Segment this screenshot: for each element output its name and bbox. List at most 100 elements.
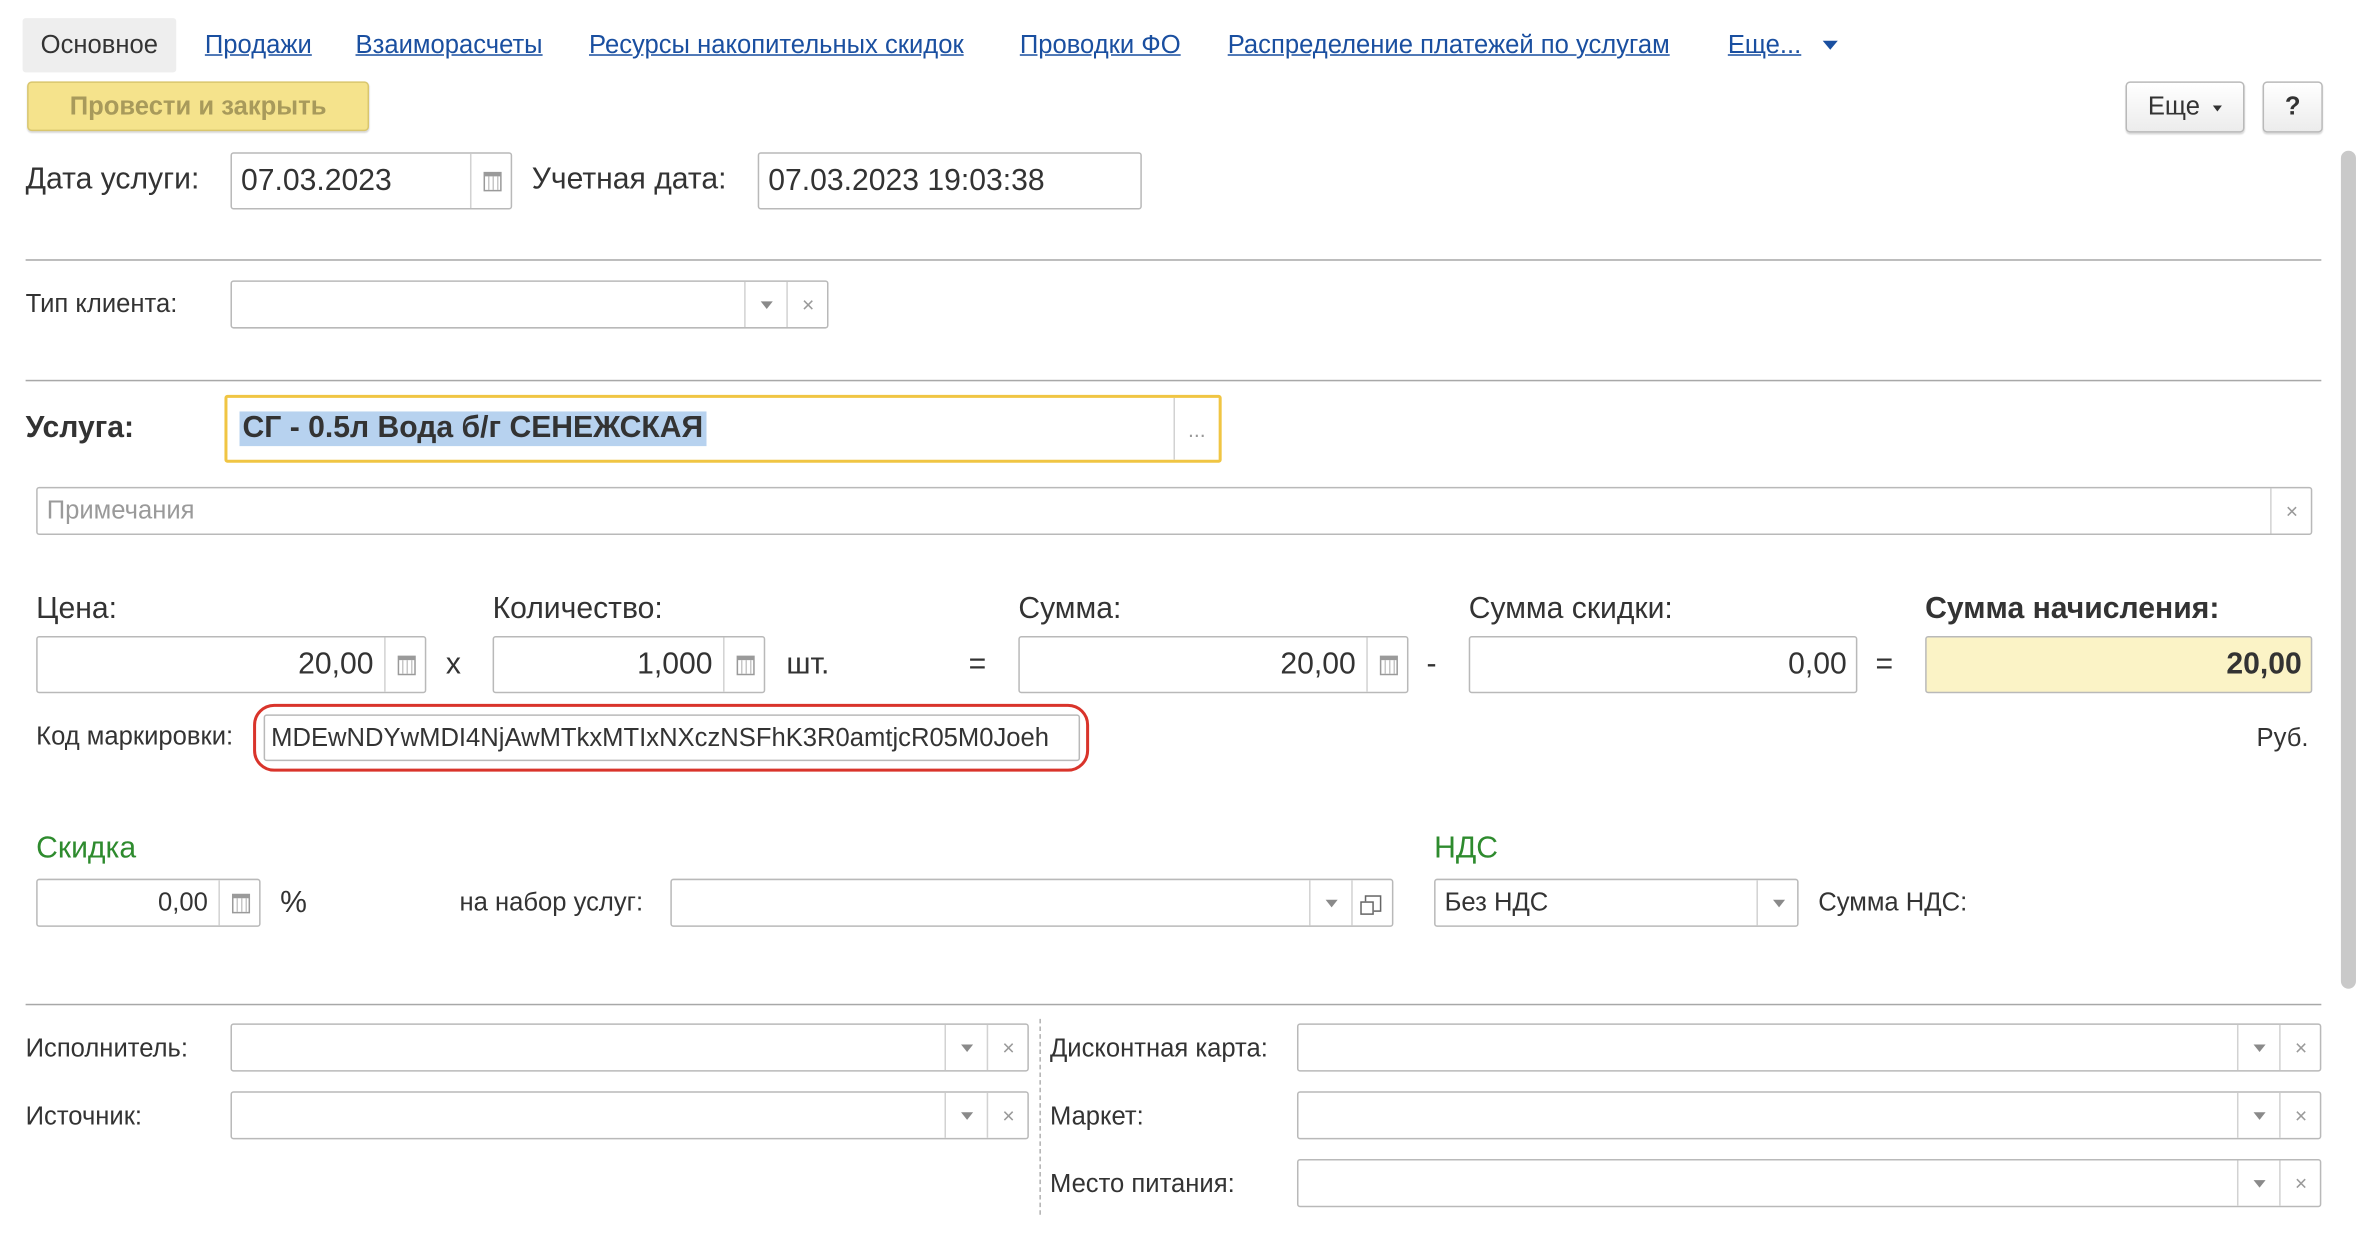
divider <box>25 259 2322 261</box>
divider <box>25 1003 2322 1006</box>
calculator-icon <box>735 654 754 675</box>
client-type-select[interactable]: × <box>230 280 829 329</box>
discount-sum-value: 0,00 <box>1788 647 1847 681</box>
tab-fo-postings[interactable]: Проводки ФО <box>1020 18 1181 72</box>
account-date-field[interactable]: 07.03.2023 19:03:38 <box>757 152 1142 210</box>
tab-more[interactable]: Еще... <box>1728 18 1838 72</box>
clear-button[interactable]: × <box>786 281 827 328</box>
chevron-down-icon <box>1822 40 1838 50</box>
document-form: Основное Продажи Взаиморасчеты Ресурсы н… <box>0 0 2362 1260</box>
marking-code-label: Код маркировки: <box>36 721 234 751</box>
calculator-button[interactable] <box>1366 637 1407 692</box>
account-date-label: Учетная дата: <box>531 162 727 196</box>
close-icon: × <box>1002 1103 1015 1128</box>
service-set-select[interactable] <box>670 878 1394 927</box>
help-button[interactable]: ? <box>2262 81 2323 133</box>
dropdown-button[interactable] <box>944 1092 987 1138</box>
equals-sign: = <box>1875 648 1894 682</box>
discount-card-select[interactable]: × <box>1296 1023 2322 1072</box>
currency-label: Руб. <box>2256 723 2309 753</box>
close-icon: × <box>2294 1171 2308 1196</box>
calculator-icon <box>396 654 416 675</box>
charge-sum-field: 20,00 <box>1925 636 2313 694</box>
chevron-down-icon <box>759 300 773 309</box>
tab-cumulative-discounts[interactable]: Ресурсы накопительных скидок <box>589 18 964 72</box>
clear-button[interactable]: × <box>986 1092 1028 1138</box>
divider <box>25 379 2322 382</box>
chevron-down-icon <box>2213 105 2223 112</box>
clear-button[interactable]: × <box>2279 1092 2320 1138</box>
chevron-down-icon <box>2252 1179 2265 1187</box>
price-field[interactable]: 20,00 <box>36 636 427 694</box>
service-date-value: 07.03.2023 <box>241 163 392 197</box>
charge-sum-value: 20,00 <box>2226 647 2302 681</box>
tab-payment-distribution[interactable]: Распределение платежей по услугам <box>1228 18 1670 72</box>
tab-sales[interactable]: Продажи <box>205 18 312 72</box>
multiply-sign: x <box>445 648 461 682</box>
source-select[interactable]: × <box>230 1091 1029 1140</box>
clear-button[interactable]: × <box>2279 1024 2320 1071</box>
clear-button[interactable]: × <box>2279 1160 2320 1206</box>
executor-select[interactable]: × <box>230 1023 1029 1072</box>
service-date-field[interactable]: 07.03.2023 <box>230 152 513 210</box>
more-actions-button[interactable]: Еще <box>2125 81 2245 133</box>
dropdown-button[interactable] <box>2236 1160 2279 1206</box>
tab-more-label: Еще... <box>1727 30 1802 59</box>
calculator-icon <box>231 893 250 913</box>
charge-sum-label: Сумма начисления: <box>1925 592 2220 626</box>
calculator-button[interactable] <box>218 880 259 926</box>
discount-sum-field[interactable]: 0,00 <box>1468 636 1858 694</box>
meal-place-label: Место питания: <box>1049 1169 1235 1199</box>
market-select[interactable]: × <box>1296 1091 2322 1140</box>
tab-settlements[interactable]: Взаиморасчеты <box>356 18 543 72</box>
chevron-down-icon <box>2252 1111 2265 1120</box>
percent-sign: % <box>280 886 307 920</box>
dropdown-button[interactable] <box>744 281 786 328</box>
open-button[interactable] <box>1351 880 1392 926</box>
select-button[interactable]: ... <box>1173 397 1218 460</box>
chevron-down-icon <box>2252 1043 2265 1052</box>
clear-button[interactable]: × <box>986 1024 1028 1071</box>
discount-sum-label: Сумма скидки: <box>1468 592 1673 626</box>
calculator-icon <box>1379 654 1398 675</box>
marking-code-field[interactable]: MDEwNDYwMDI4NjAwMTkxMTIxNXczNSFhK3R0amtj… <box>263 714 1081 762</box>
calendar-icon <box>482 171 501 191</box>
dropdown-button[interactable] <box>1756 880 1797 926</box>
service-field[interactable]: СГ - 0.5л Вода б/г СЕНЕЖСКАЯ ... <box>224 394 1222 463</box>
service-set-label: на набор услуг: <box>459 887 644 917</box>
calculator-button[interactable] <box>723 637 764 692</box>
executor-label: Исполнитель: <box>25 1033 188 1063</box>
sum-field[interactable]: 20,00 <box>1018 636 1409 694</box>
notes-placeholder: Примечания <box>46 495 195 525</box>
close-icon: × <box>2285 498 2299 523</box>
discount-percent-field[interactable]: 0,00 <box>36 878 261 927</box>
minus-sign: - <box>1426 648 1437 682</box>
chevron-down-icon <box>1324 899 1337 907</box>
calculator-button[interactable] <box>384 637 425 692</box>
chevron-down-icon <box>960 1111 973 1120</box>
post-and-close-button[interactable]: Провести и закрыть <box>27 81 370 132</box>
notes-field[interactable]: Примечания × <box>36 486 2313 536</box>
source-label: Источник: <box>25 1101 143 1131</box>
dropdown-button[interactable] <box>2236 1092 2279 1138</box>
chevron-down-icon <box>1772 899 1785 907</box>
vat-value: Без НДС <box>1444 887 1549 917</box>
dropdown-button[interactable] <box>1309 880 1351 926</box>
sum-label: Сумма: <box>1018 592 1122 626</box>
tab-main[interactable]: Основное <box>22 18 177 73</box>
clear-button[interactable]: × <box>2270 488 2311 534</box>
dropdown-button[interactable] <box>944 1024 987 1071</box>
vat-select[interactable]: Без НДС <box>1434 878 1799 927</box>
discount-percent-value: 0,00 <box>158 887 208 917</box>
sum-value: 20,00 <box>1280 647 1356 681</box>
price-value: 20,00 <box>298 647 374 681</box>
close-icon: × <box>2294 1035 2308 1060</box>
calendar-button[interactable] <box>469 153 511 208</box>
meal-place-select[interactable]: × <box>1296 1159 2322 1208</box>
discount-card-label: Дисконтная карта: <box>1049 1033 1268 1063</box>
quantity-value: 1,000 <box>637 647 713 681</box>
column-separator <box>1039 1018 1041 1215</box>
dropdown-button[interactable] <box>2236 1024 2279 1071</box>
scrollbar-thumb[interactable] <box>2340 150 2356 989</box>
quantity-field[interactable]: 1,000 <box>492 636 766 694</box>
